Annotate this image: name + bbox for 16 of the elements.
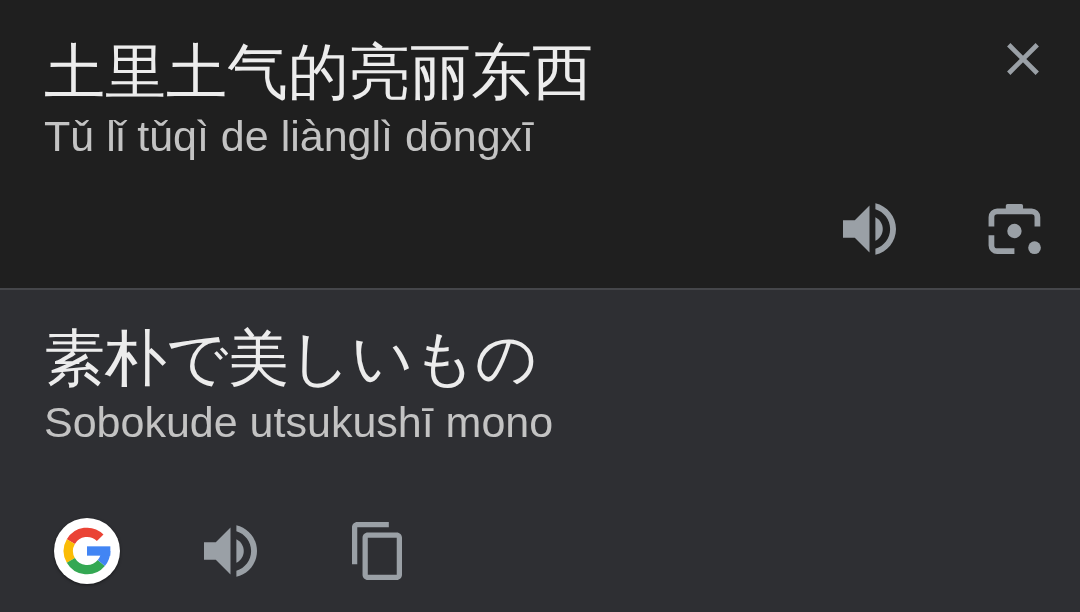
camera-button[interactable] [988, 204, 1042, 254]
source-text: 土里土气的亮丽东西 [44, 37, 593, 108]
g-logo-icon [63, 527, 111, 575]
google-button[interactable] [54, 518, 120, 584]
speaker-icon [204, 525, 257, 577]
close-button[interactable] [1004, 40, 1042, 78]
translation-romanization: Sobokude utsukushī mono [44, 398, 555, 446]
translation-text: 素朴で美しいもの [44, 323, 538, 394]
camera-icon [988, 204, 1042, 254]
copy-button[interactable] [352, 522, 402, 580]
source-romanization: Tǔ lǐ tǔqì de liànglì dōngxī [44, 112, 536, 160]
copy-icon [352, 522, 402, 580]
close-icon [1004, 40, 1042, 78]
speaker-icon [843, 203, 896, 255]
listen-button[interactable] [843, 203, 896, 255]
listen-button[interactable] [204, 525, 257, 577]
